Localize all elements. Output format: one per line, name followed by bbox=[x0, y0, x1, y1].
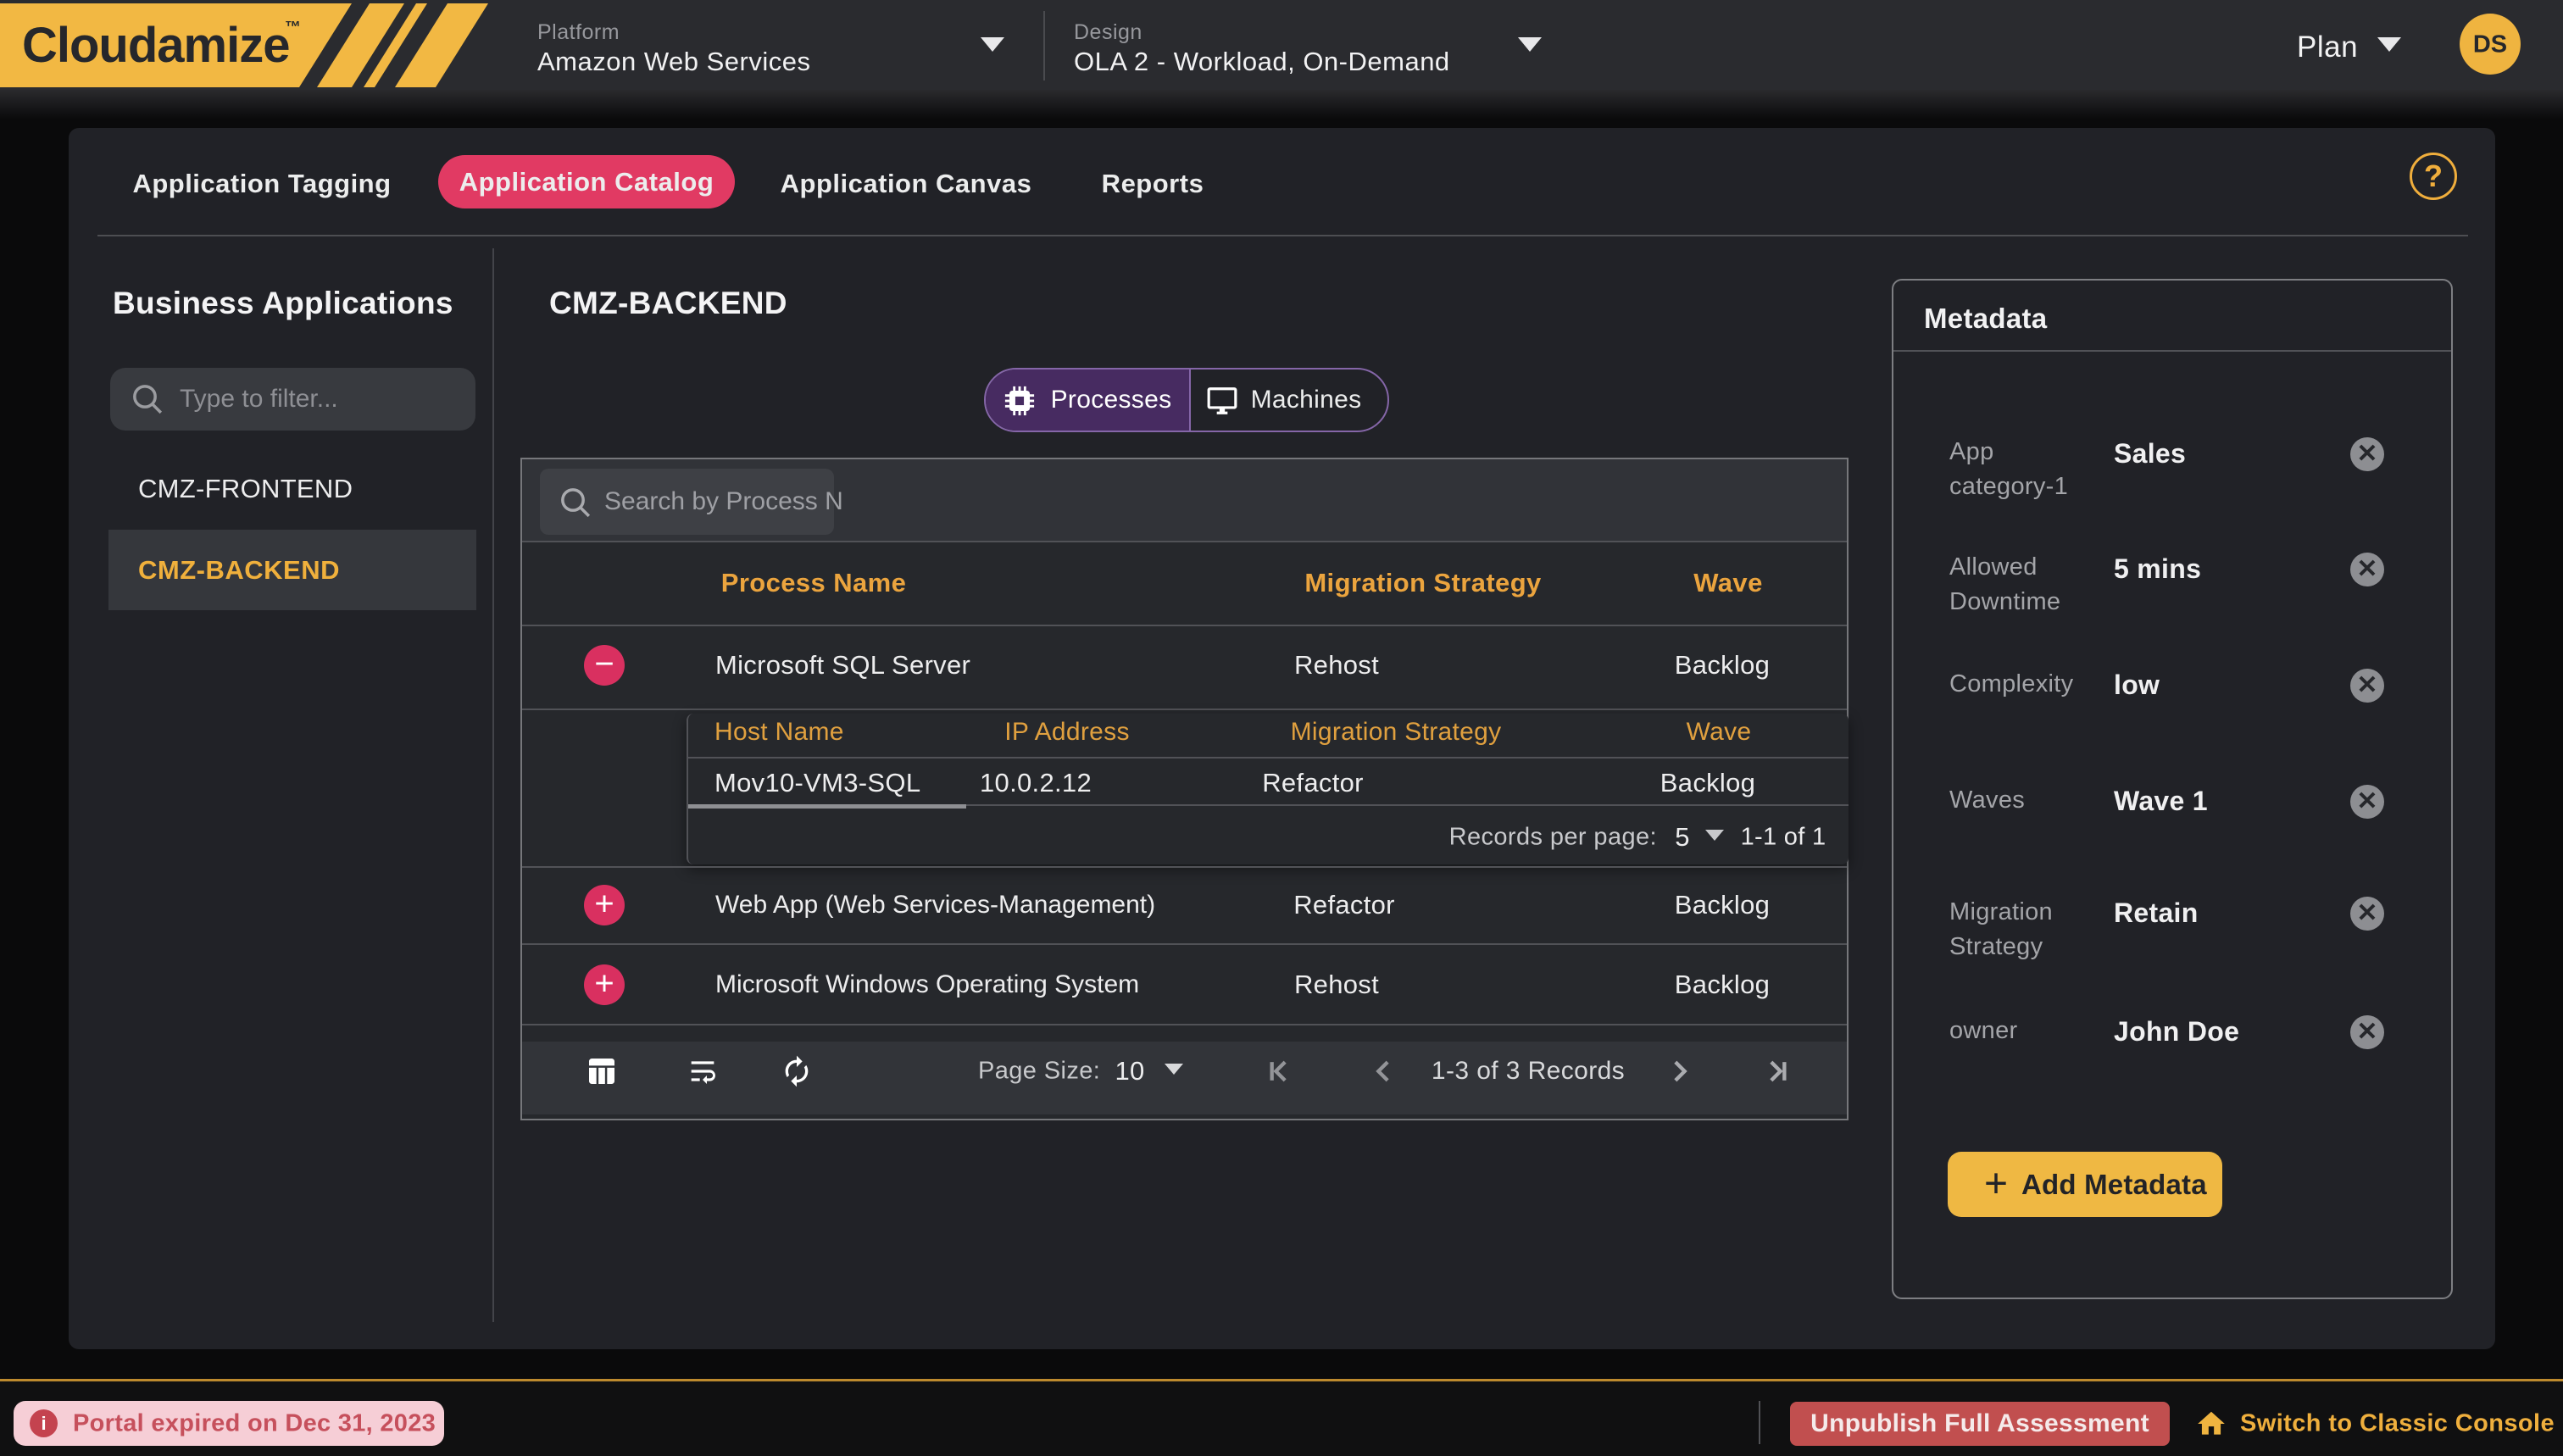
svg-text:™: ™ bbox=[285, 19, 301, 36]
svg-text:Cloudamize: Cloudamize bbox=[22, 18, 290, 73]
